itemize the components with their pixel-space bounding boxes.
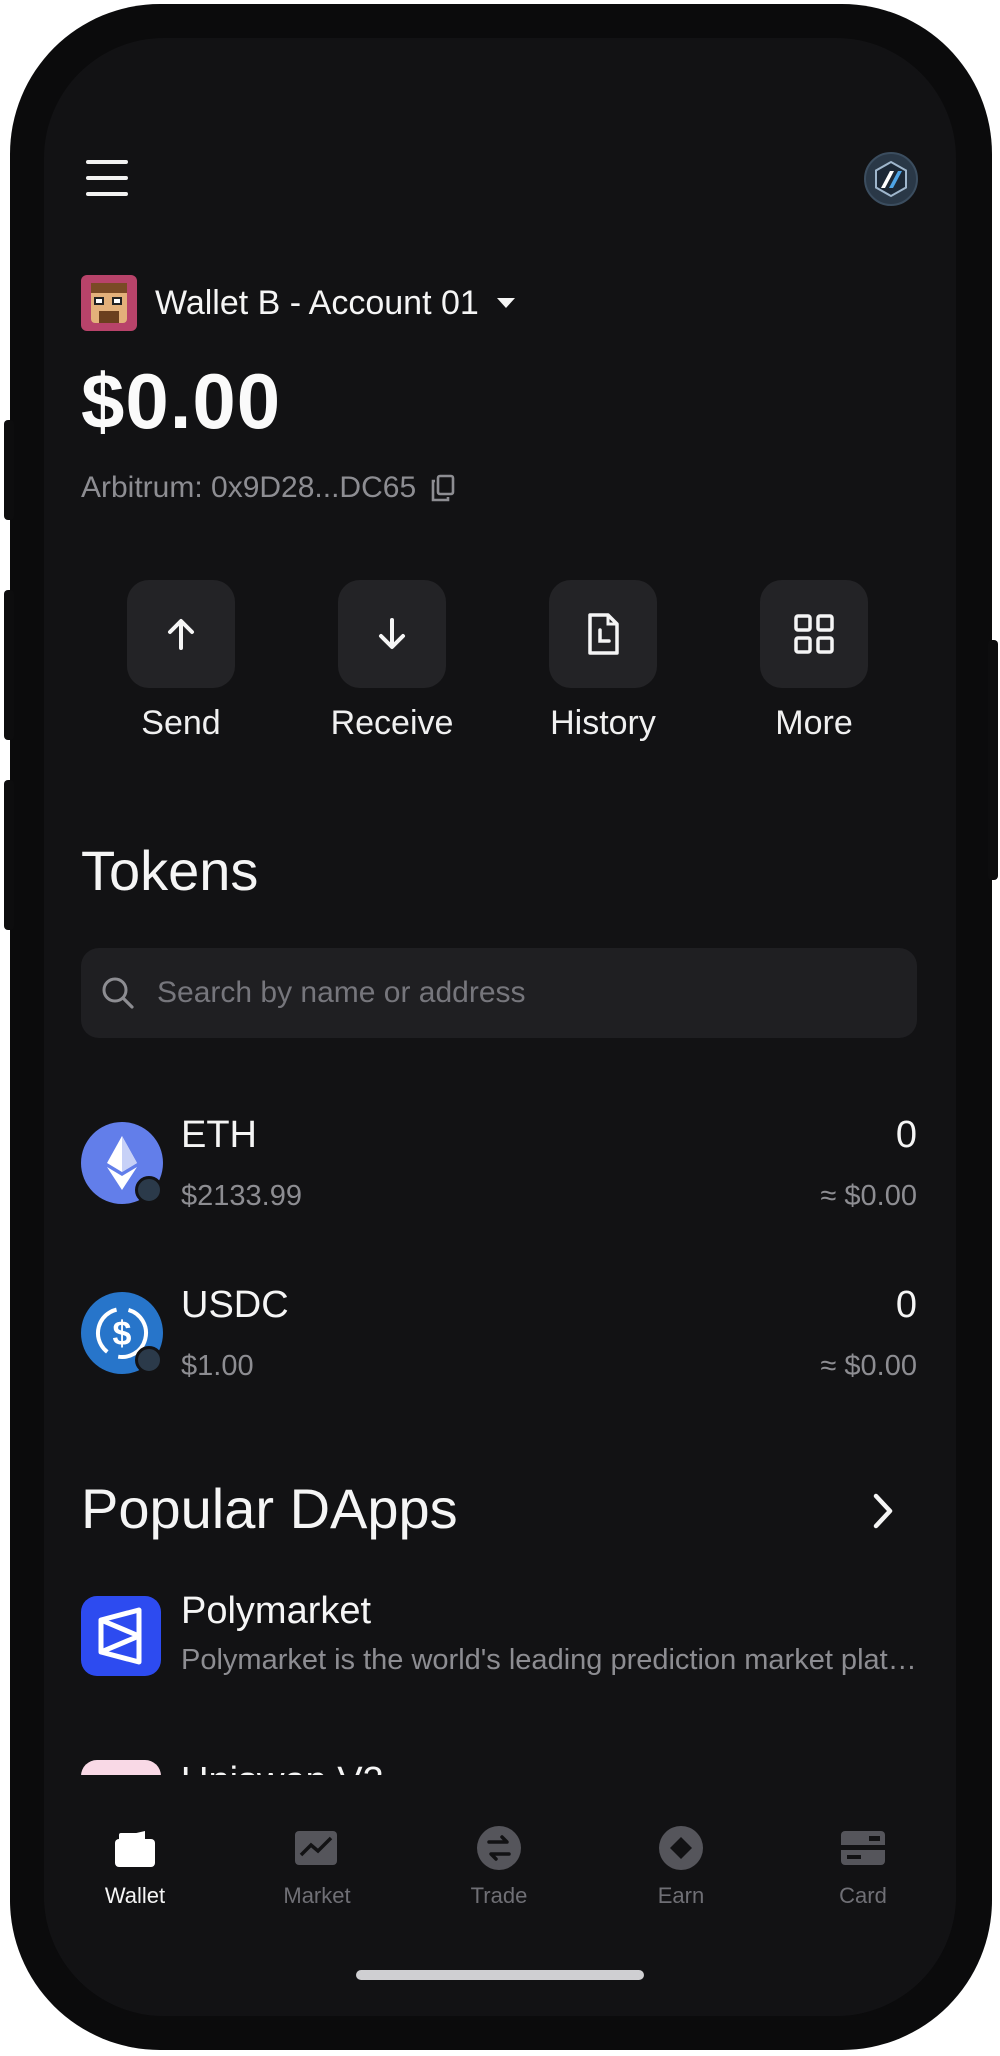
total-balance: $0.00 (81, 357, 282, 445)
arbitrum-network-icon[interactable] (864, 152, 918, 206)
token-value: ≈ $0.00 (820, 1180, 917, 1212)
phone-side-button (4, 780, 14, 930)
history-button[interactable]: History (518, 580, 688, 743)
tab-label: Trade (470, 1883, 528, 1908)
tab-earn[interactable]: Earn (590, 1823, 772, 1909)
chevron-down-icon (496, 298, 515, 308)
swap-icon (408, 1823, 590, 1873)
send-button[interactable]: Send (96, 580, 266, 743)
arrow-up-icon (127, 580, 235, 688)
token-name: USDC (181, 1284, 289, 1326)
tab-label: Earn (657, 1883, 705, 1908)
tab-label: Card (839, 1883, 887, 1908)
popular-dapps-title: Popular DApps (81, 1477, 458, 1540)
dapp-description: Polymarket is the world's leading predic… (181, 1644, 917, 1676)
wallet-icon (44, 1823, 226, 1873)
address-text: Arbitrum: 0x9D28...DC65 (81, 471, 417, 504)
avatar (81, 275, 137, 331)
tab-label: Wallet (104, 1883, 166, 1908)
tab-label: Market (283, 1883, 351, 1908)
dapp-row-polymarket[interactable]: Polymarket Polymarket is the world's lea… (81, 1590, 917, 1686)
grid-icon (760, 580, 868, 688)
tab-market[interactable]: Market (226, 1823, 408, 1909)
token-value: ≈ $0.00 (820, 1350, 917, 1382)
quick-actions: Send Receive History More (44, 580, 956, 770)
arrow-down-icon (338, 580, 446, 688)
receive-label: Receive (330, 704, 454, 742)
phone-side-button (4, 590, 14, 740)
dapp-name: Polymarket (181, 1590, 372, 1632)
phone-side-button (4, 420, 14, 520)
chevron-right-icon[interactable] (868, 1490, 898, 1537)
token-amount: 0 (895, 1114, 917, 1156)
home-indicator (356, 1970, 644, 1980)
tab-wallet[interactable]: Wallet (44, 1823, 226, 1909)
svg-text:$: $ (113, 1315, 132, 1353)
more-label: More (775, 704, 853, 742)
token-row-usdc[interactable]: $ USDC $1.00 0 ≈ $0.00 (81, 1284, 917, 1412)
tab-card[interactable]: Card (772, 1823, 954, 1909)
account-name: Wallet B - Account 01 (155, 283, 479, 322)
card-icon (772, 1823, 954, 1873)
chart-icon (226, 1823, 408, 1873)
token-name: ETH (181, 1114, 257, 1156)
app-screen: Wallet B - Account 01 $0.00 Arbitrum: 0x… (44, 38, 956, 2016)
wallet-address[interactable]: Arbitrum: 0x9D28...DC65 (81, 471, 456, 505)
arbitrum-badge-icon (135, 1346, 163, 1374)
document-clock-icon (549, 580, 657, 688)
search-input[interactable] (155, 975, 859, 1011)
receive-button[interactable]: Receive (307, 580, 477, 743)
account-selector[interactable]: Wallet B - Account 01 (81, 275, 515, 331)
token-search[interactable] (81, 948, 917, 1038)
token-row-eth[interactable]: ETH $2133.99 0 ≈ $0.00 (81, 1114, 917, 1242)
phone-side-button (988, 640, 998, 880)
send-label: Send (141, 704, 221, 742)
copy-icon[interactable] (430, 474, 456, 502)
search-icon (101, 976, 135, 1010)
token-amount: 0 (895, 1284, 917, 1326)
hamburger-menu-icon[interactable] (86, 160, 130, 196)
tokens-title: Tokens (81, 839, 259, 902)
token-price: $1.00 (181, 1350, 254, 1382)
arbitrum-badge-icon (135, 1176, 163, 1204)
polymarket-logo-icon (81, 1596, 161, 1676)
more-button[interactable]: More (729, 580, 899, 743)
tab-trade[interactable]: Trade (408, 1823, 590, 1909)
token-price: $2133.99 (181, 1180, 302, 1212)
diamond-coin-icon (590, 1823, 772, 1873)
history-label: History (550, 704, 656, 742)
